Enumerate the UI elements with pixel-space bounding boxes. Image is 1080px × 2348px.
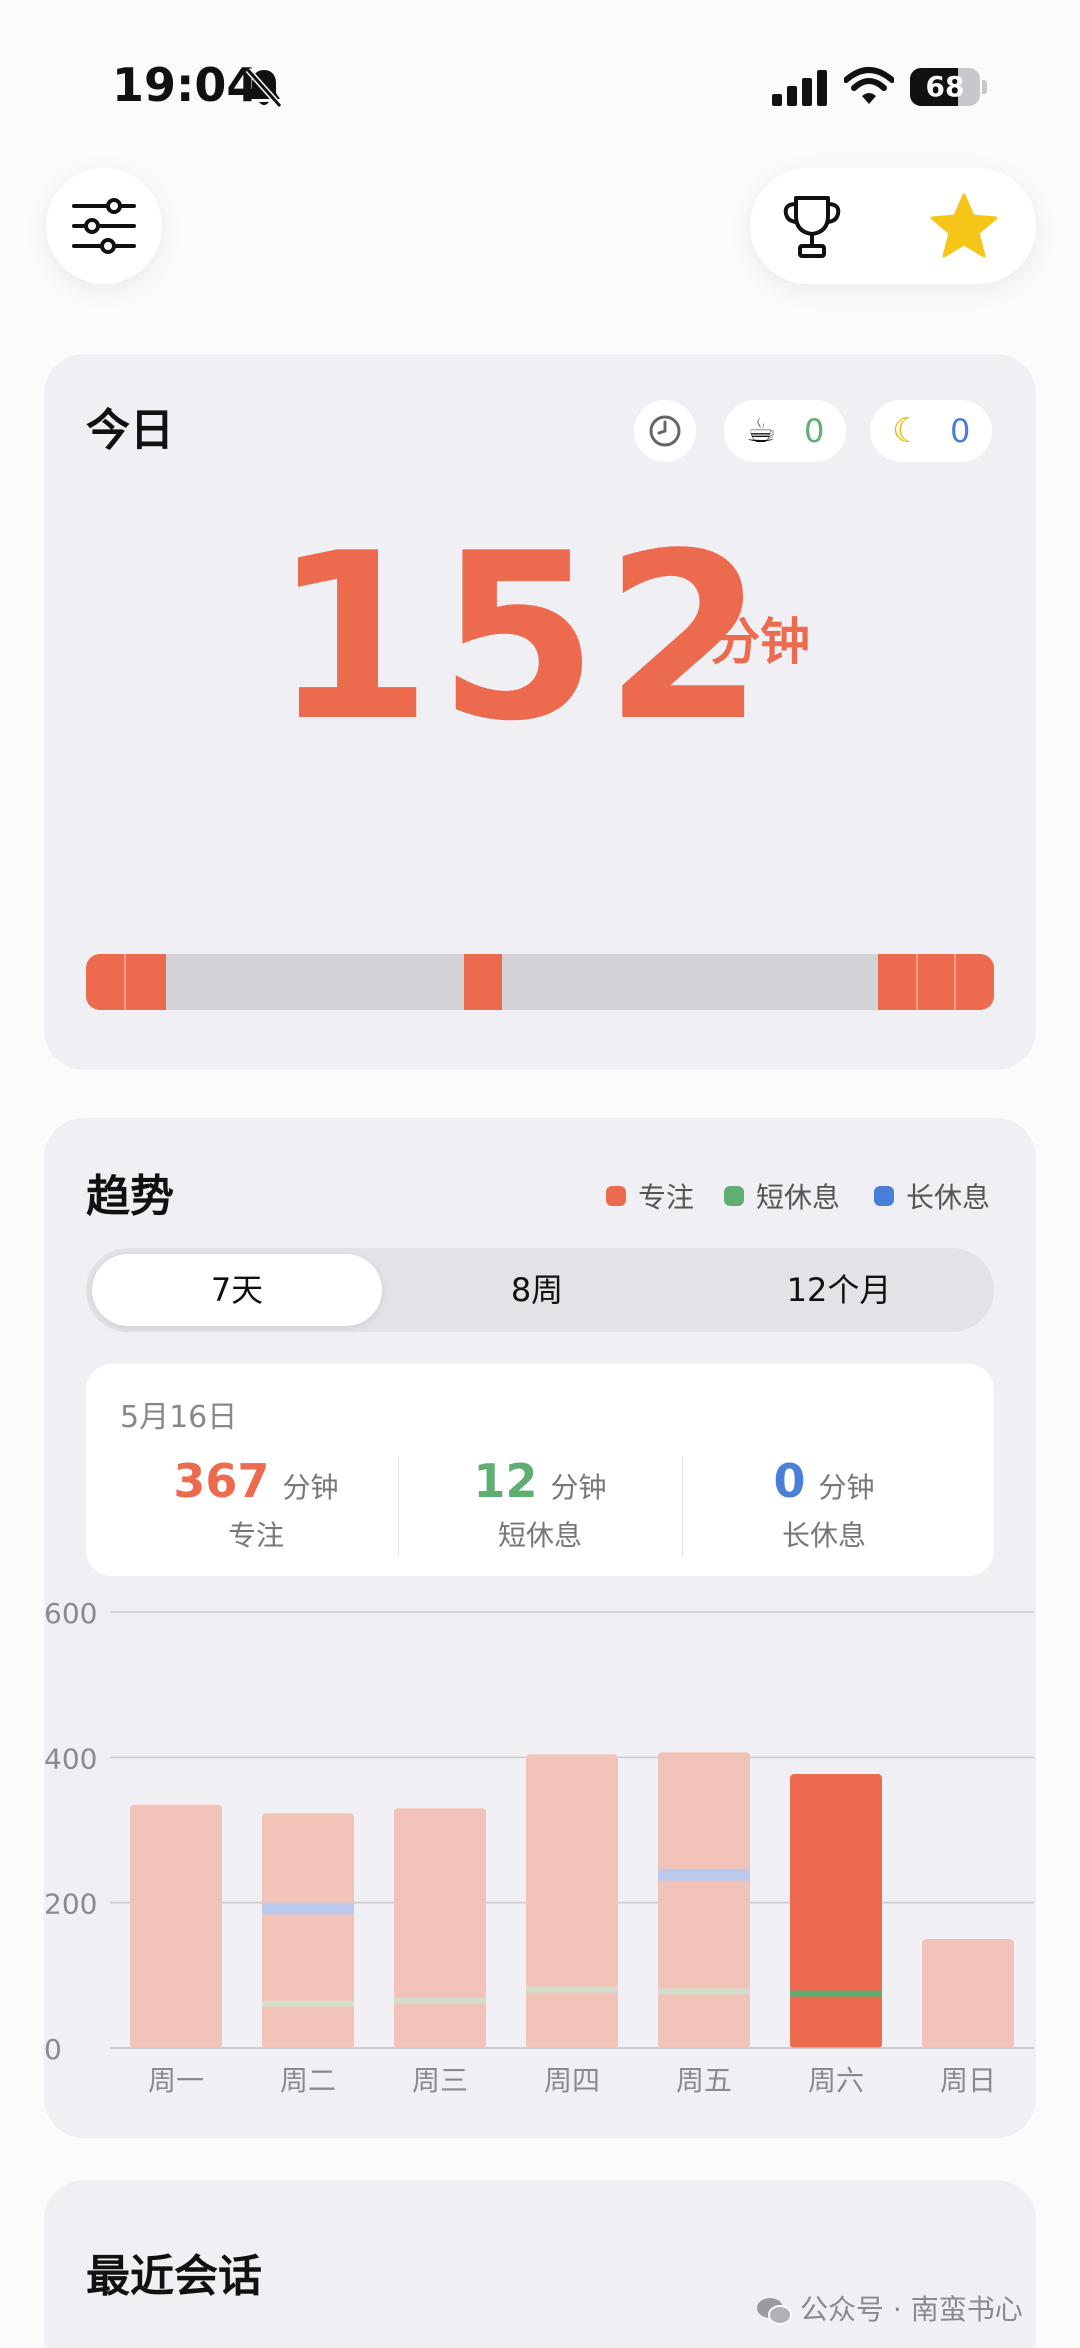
summary-long-value: 0 [773,1454,806,1508]
battery-indicator: 68 [910,68,987,106]
short-break-chip[interactable]: ☕ 0 [724,400,846,462]
sliders-icon [72,198,136,254]
summary-long-label: 长休息 [781,1519,866,1552]
x-tick-label: 周日 [940,2064,996,2097]
tab-12-months[interactable]: 12个月 [694,1254,984,1326]
clock-icon [649,415,681,447]
legend-focus-label: 专注 [638,1181,695,1214]
bar-short-break-2 [394,1997,486,2004]
short-break-count: 0 [804,412,825,450]
bar-short-break-1 [262,2000,354,2007]
bar-focus-4 [658,1752,750,2048]
summary-short-label: 短休息 [497,1519,582,1552]
trophy-icon[interactable] [782,194,842,260]
recent-sessions-title: 最近会话 [86,2251,262,2302]
today-minutes: 152 [272,505,771,772]
x-tick-label: 周二 [280,2064,336,2097]
tab-7-days[interactable]: 7天 [92,1254,382,1326]
timeline-focus-segment [464,954,502,1010]
legend-long-break-label: 长休息 [906,1181,991,1214]
wifi-icon [844,67,894,104]
trend-card: 趋势 专注 短休息 长休息 7天 8周 12个月 5月16日 367 分钟 专注… [44,1118,1036,2138]
tab-8-weeks[interactable]: 8周 [392,1254,682,1326]
bar-focus-6 [922,1939,1014,2048]
moon-icon: ☾ [892,411,923,451]
today-timeline [86,954,994,1010]
summary-divider [682,1456,683,1556]
trend-bar-chart[interactable]: 0 200 400 600 周一 周二 周三 周四 周五 周六 周日 [44,1588,1036,2108]
settings-sliders-button[interactable] [46,168,162,284]
range-segmented-control: 7天 8周 12个月 [86,1248,994,1332]
bar-short-break-3 [526,1986,618,1993]
y-tick-label: 0 [44,2033,62,2066]
bell-muted-icon [245,68,283,108]
bar-long-break-4 [658,1868,750,1881]
summary-short-break: 12 分钟 短休息 [400,1454,680,1554]
timeline-focus-segment [878,954,994,1010]
bar-focus-0 [130,1804,222,2048]
summary-focus: 367 分钟 专注 [116,1454,396,1554]
bar-focus-2 [394,1808,486,2048]
bar-short-break-4 [658,1988,750,1995]
summary-date: 5月16日 [120,1400,238,1435]
day-summary-card: 5月16日 367 分钟 专注 12 分钟 短休息 0 分钟 长休息 [86,1364,994,1576]
battery-body: 68 [910,68,980,106]
timeline-divider [954,954,956,1010]
x-tick-label: 周六 [808,2064,864,2097]
wechat-icon [757,2298,792,2325]
summary-focus-unit: 分钟 [282,1471,339,1504]
x-tick-label: 周一 [148,2064,204,2097]
bar-long-break-1 [262,1902,354,1915]
y-tick-label: 400 [44,1742,97,1775]
top-right-actions [750,168,1036,284]
bar-focus-5 [790,1774,882,2048]
summary-focus-value: 367 [173,1454,270,1508]
long-break-count: 0 [950,412,971,450]
trend-title: 趋势 [86,1171,174,1222]
today-card: 今日 ☕ 0 ☾ 0 152 分钟 [44,354,1036,1070]
status-time: 19:04 [112,58,259,112]
y-tick-label: 600 [44,1597,97,1630]
watermark-text: 公众号 · 南蛮书心 [800,2293,1023,2326]
legend-short-break-swatch [724,1186,744,1206]
x-tick-label: 周四 [544,2064,600,2097]
summary-focus-label: 专注 [227,1519,284,1552]
coffee-icon: ☕ [746,411,777,451]
star-icon[interactable] [930,192,998,260]
timeline-focus-segment [86,954,166,1010]
bar-short-break-5 [790,1990,882,1997]
bar-focus-3 [526,1754,618,2048]
timeline-divider [916,954,918,1010]
today-title: 今日 [86,405,174,456]
y-tick-label: 200 [44,1888,97,1921]
summary-long-unit: 分钟 [818,1471,875,1504]
cellular-signal-icon [772,70,827,106]
history-button[interactable] [634,400,696,462]
x-tick-label: 周三 [412,2064,468,2097]
today-minutes-unit: 分钟 [710,613,810,671]
summary-divider [398,1456,399,1556]
long-break-chip[interactable]: ☾ 0 [870,400,992,462]
bar-focus-1 [262,1813,354,2048]
status-bar: 19:04 68 [0,0,1080,170]
battery-percent: 68 [925,70,965,103]
watermark: 公众号 · 南蛮书心 [756,2288,1023,2328]
legend-focus-swatch [606,1186,626,1206]
timeline-divider [124,954,126,1010]
battery-cap [982,80,987,94]
summary-short-value: 12 [473,1454,538,1508]
legend-long-break-swatch [874,1186,894,1206]
summary-long-break: 0 分钟 长休息 [684,1454,964,1554]
x-tick-label: 周五 [676,2064,732,2097]
legend-short-break-label: 短休息 [756,1181,841,1214]
summary-short-unit: 分钟 [550,1471,607,1504]
